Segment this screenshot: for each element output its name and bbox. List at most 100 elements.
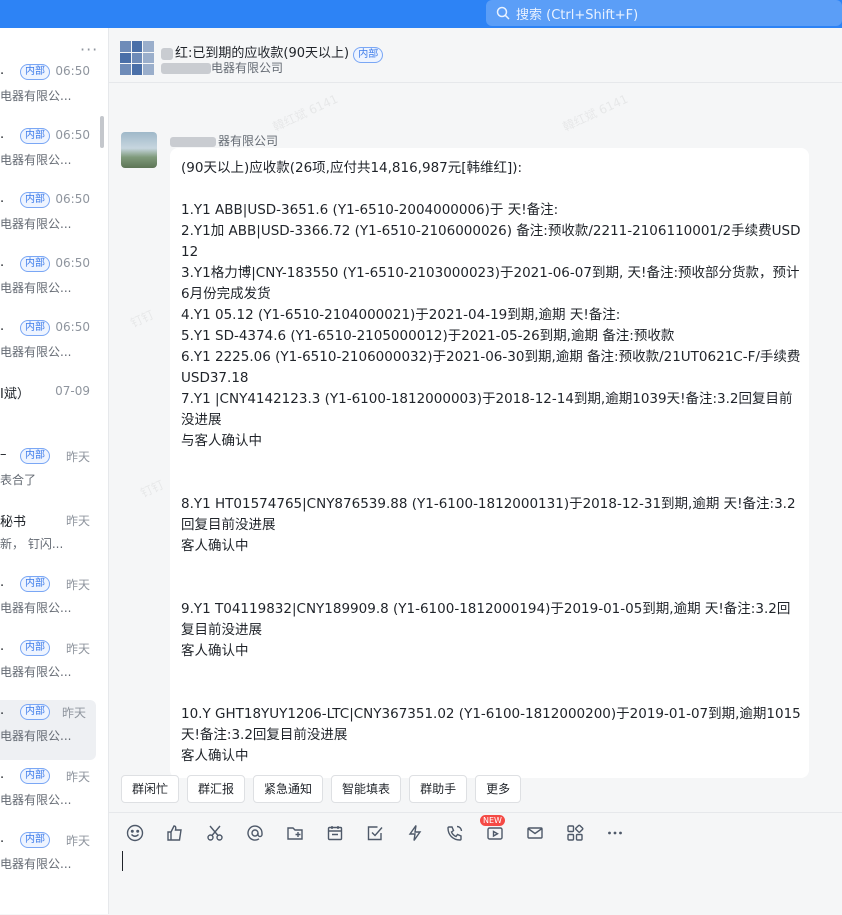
scrollbar[interactable] (100, 116, 104, 148)
quick-action-button[interactable]: 群闲忙 (121, 775, 180, 803)
conversation-time: 昨天 (65, 834, 90, 848)
conversation-time: 07-09 (55, 384, 90, 398)
internal-tag: 内部 (20, 640, 50, 656)
conversation-item[interactable]: . 内部 昨天电器有限公... (0, 828, 100, 888)
conversation-time: 06:50 (55, 128, 90, 142)
conversation-item[interactable]: . 内部 昨天 电器有限公... (0, 636, 100, 696)
watermark: 钉钉 (128, 307, 157, 331)
sender-name-text: 器有限公司 (218, 134, 279, 148)
message-line (181, 452, 801, 473)
quick-action-button[interactable]: 群汇报 (187, 775, 246, 803)
conversation-preview: 电器有限公... (0, 665, 72, 679)
message-line: 客人确认中 (181, 748, 249, 764)
conversation-preview: 电器有限公... (0, 601, 72, 615)
sender-name: 器有限公司 (170, 132, 278, 149)
conversation-time: 06:50 (55, 64, 90, 78)
phone-call-icon[interactable] (445, 823, 465, 843)
emoji-icon[interactable] (125, 823, 145, 843)
conversation-name: . (0, 767, 5, 782)
conversation-name: . (0, 63, 5, 78)
conversation-item[interactable]: . 内部 昨天 电器有限公... (0, 700, 96, 760)
internal-tag: 内部 (20, 704, 50, 720)
message-line (181, 557, 801, 578)
new-badge: NEW (480, 815, 505, 826)
conversation-preview: 电器有限公... (0, 857, 72, 871)
internal-tag: 内部 (20, 320, 50, 336)
conversation-item[interactable]: 秘书 昨天 新， 钉闪... (0, 508, 100, 568)
conversation-time: 昨天 (65, 770, 90, 784)
apps-icon[interactable] (565, 823, 585, 843)
message-line (181, 473, 801, 494)
lightning-icon[interactable] (405, 823, 425, 843)
chat-subtitle-text: 电器有限公司 (211, 61, 284, 75)
conversation-item[interactable]: . 内部 昨天 电器有限公... (0, 764, 100, 824)
input-toolbar: NEW (125, 815, 625, 843)
conversation-item[interactable]: – 内部 昨天表合了 (0, 444, 100, 504)
internal-tag: 内部 (20, 64, 50, 80)
conversation-name: – (0, 447, 7, 462)
scissors-icon[interactable] (205, 823, 225, 843)
conversation-name: . (0, 255, 5, 270)
message-line (181, 683, 801, 704)
message-line: 4.Y1 05.12 (Y1-6510-2104000021)于2021-04-… (181, 307, 621, 323)
quick-action-button[interactable]: 紧急通知 (253, 775, 324, 803)
internal-tag: 内部 (20, 128, 50, 144)
message-line: 2.Y1加 ABB|USD-3366.72 (Y1-6510-210600002… (181, 223, 801, 260)
message-line: 8.Y1 HT01574765|CNY876539.88 (Y1-6100-18… (181, 496, 796, 533)
more-horizontal-icon[interactable] (605, 823, 625, 843)
checkbox-task-icon[interactable] (365, 823, 385, 843)
conversation-preview: 表合了 (0, 473, 37, 487)
conversation-item[interactable]: . 内部 06:50 电器有限公... (0, 252, 100, 312)
internal-tag: 内部 (20, 448, 50, 464)
group-avatar[interactable] (120, 41, 154, 75)
quick-action-button[interactable]: 群助手 (409, 775, 468, 803)
chat-header: 红:已到期的应收款(90天以上) 内部 电器有限公司 (109, 28, 842, 83)
conversation-preview: 电器有限公... (0, 729, 72, 743)
message-input-area[interactable]: NEW (109, 812, 842, 915)
internal-tag: 内部 (20, 192, 50, 208)
quick-action-button[interactable]: 智能填表 (331, 775, 402, 803)
quick-actions-bar: 群闲忙 群汇报 紧急通知 智能填表 群助手 更多 (121, 775, 522, 803)
more-icon[interactable]: ··· (80, 40, 98, 59)
folder-add-icon[interactable] (285, 823, 305, 843)
conversation-time: 06:50 (55, 192, 90, 206)
internal-tag: 内部 (20, 256, 50, 272)
text-cursor (122, 851, 123, 871)
chat-subtitle: 电器有限公司 (161, 59, 283, 76)
conversation-item[interactable]: . 内部 06:50 电器有限公... (0, 316, 100, 376)
mention-icon[interactable] (245, 823, 265, 843)
message-bubble[interactable]: (90天以上)应收款(26项,应付共14,816,987元[韩维红]): 1.Y… (170, 148, 809, 778)
message-line (181, 179, 801, 200)
conversation-time: 昨天 (65, 450, 90, 464)
conversation-name: . (0, 831, 5, 846)
message-line: (90天以上)应收款(26项,应付共14,816,987元[韩维红]): (181, 160, 523, 176)
thumbs-up-icon[interactable] (165, 823, 185, 843)
conversation-item[interactable]: . 内部 06:50 电器有限公... (0, 60, 100, 120)
internal-tag: 内部 (20, 832, 50, 848)
conversation-preview: 电器有限公... (0, 89, 72, 103)
search-placeholder: 搜索 (Ctrl+Shift+F) (516, 7, 639, 23)
conversation-preview: 电器有限公... (0, 345, 72, 359)
search-box[interactable]: 搜索 (Ctrl+Shift+F) (486, 0, 842, 26)
mail-icon[interactable] (525, 823, 545, 843)
conversation-list[interactable]: ··· . 内部 06:50 电器有限公.... 内部 06:50 电器有限公.... 内部 0… (0, 28, 109, 914)
message-line: 客人确认中 (181, 643, 249, 659)
message-line (181, 578, 801, 599)
message-line: 7.Y1 |CNY4142123.3 (Y1-6100-1812000003)于… (181, 391, 793, 428)
conversation-item[interactable]: I斌） 07-09 (0, 380, 100, 440)
live-video-icon[interactable]: NEW (480, 815, 505, 843)
conversation-item[interactable]: . 内部 昨天 电器有限公... (0, 572, 100, 632)
conversation-time: 昨天 (61, 706, 86, 720)
conversation-item[interactable]: . 内部 06:50 电器有限公... (0, 124, 100, 184)
internal-tag: 内部 (20, 768, 50, 784)
calendar-icon[interactable] (325, 823, 345, 843)
message-line: 9.Y1 T04119832|CNY189909.8 (Y1-6100-1812… (181, 601, 791, 638)
conversation-name: I斌） (0, 387, 30, 402)
sender-avatar[interactable] (121, 132, 157, 168)
conversation-time: 昨天 (65, 514, 90, 528)
quick-action-button[interactable]: 更多 (475, 775, 522, 803)
watermark: 钉钉 (138, 477, 167, 501)
conversation-name: . (0, 319, 5, 334)
conversation-item[interactable]: . 内部 06:50 电器有限公... (0, 188, 100, 248)
conversation-name: 秘书 (0, 515, 27, 530)
